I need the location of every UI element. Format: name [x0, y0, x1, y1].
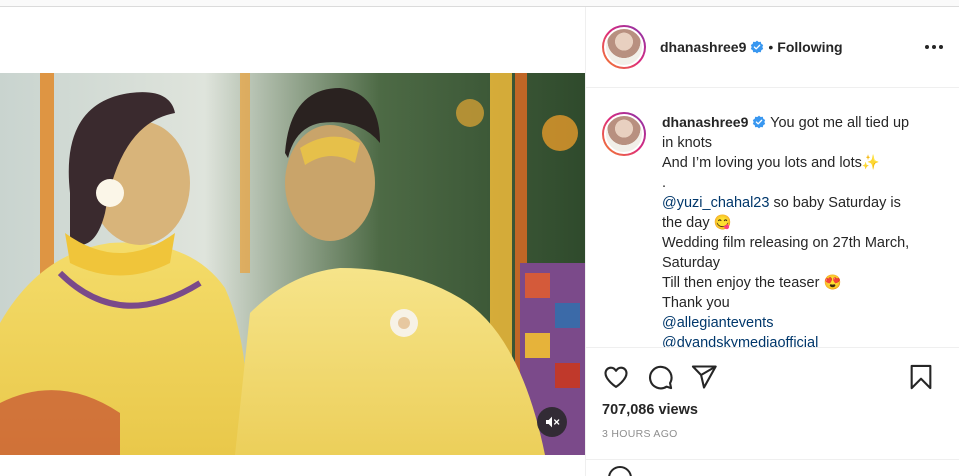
mention-link[interactable]: @allegiantevents	[662, 313, 922, 333]
caption-line: .	[662, 175, 667, 191]
caption-line: And I’m loving you lots and lots✨	[662, 155, 880, 171]
save-button[interactable]	[907, 363, 935, 391]
mention-link[interactable]: @yuzi_chahal23	[662, 195, 769, 211]
caption-line: Thank you	[662, 295, 730, 311]
post-card: dhanashree9 • Following dhanashree9 You …	[0, 6, 959, 476]
verified-badge-icon	[753, 115, 766, 129]
add-comment-bar	[586, 459, 959, 476]
video-frame-illustration	[0, 73, 585, 455]
paper-plane-icon	[691, 365, 717, 389]
author-username[interactable]: dhanashree9	[660, 39, 746, 55]
media-column	[0, 7, 585, 476]
post-header: dhanashree9 • Following	[586, 7, 959, 88]
emoji-icon[interactable]	[608, 466, 632, 476]
comment-icon	[649, 365, 673, 390]
caption-username[interactable]: dhanashree9	[662, 114, 748, 130]
mention-link[interactable]: @dyandskymediaofficial	[662, 333, 922, 347]
post-caption: dhanashree9 You got me all tied up in kn…	[662, 112, 922, 347]
share-button[interactable]	[690, 363, 718, 391]
separator-dot: •	[768, 39, 774, 55]
post-sidebar: dhanashree9 • Following dhanashree9 You …	[585, 7, 959, 476]
caption-line: @yuzi_chahal23 so baby Saturday is the d…	[662, 193, 922, 233]
more-options-icon[interactable]	[925, 39, 943, 55]
author-avatar[interactable]	[602, 25, 646, 69]
view-count[interactable]: 707,086 views	[586, 394, 959, 418]
verified-badge-icon	[751, 40, 764, 54]
action-bar	[586, 348, 959, 394]
post-timestamp[interactable]: 3 HOURS AGO	[586, 418, 959, 440]
following-button[interactable]: Following	[777, 39, 842, 55]
like-button[interactable]	[602, 363, 630, 391]
muted-speaker-icon	[546, 416, 560, 428]
caption-line: Till then enjoy the teaser 😍	[662, 275, 842, 291]
mute-button[interactable]	[537, 407, 567, 437]
heart-icon	[604, 366, 628, 388]
caption-line: Wedding film releasing on 27th March, Sa…	[662, 235, 910, 271]
caption-author-avatar[interactable]	[602, 112, 646, 156]
post-video[interactable]	[0, 73, 585, 455]
bookmark-icon	[910, 364, 932, 390]
caption-area: dhanashree9 You got me all tied up in kn…	[586, 88, 959, 348]
comment-button[interactable]	[646, 363, 674, 391]
caption-line-1: dhanashree9 You got me all tied up in kn…	[662, 112, 922, 153]
